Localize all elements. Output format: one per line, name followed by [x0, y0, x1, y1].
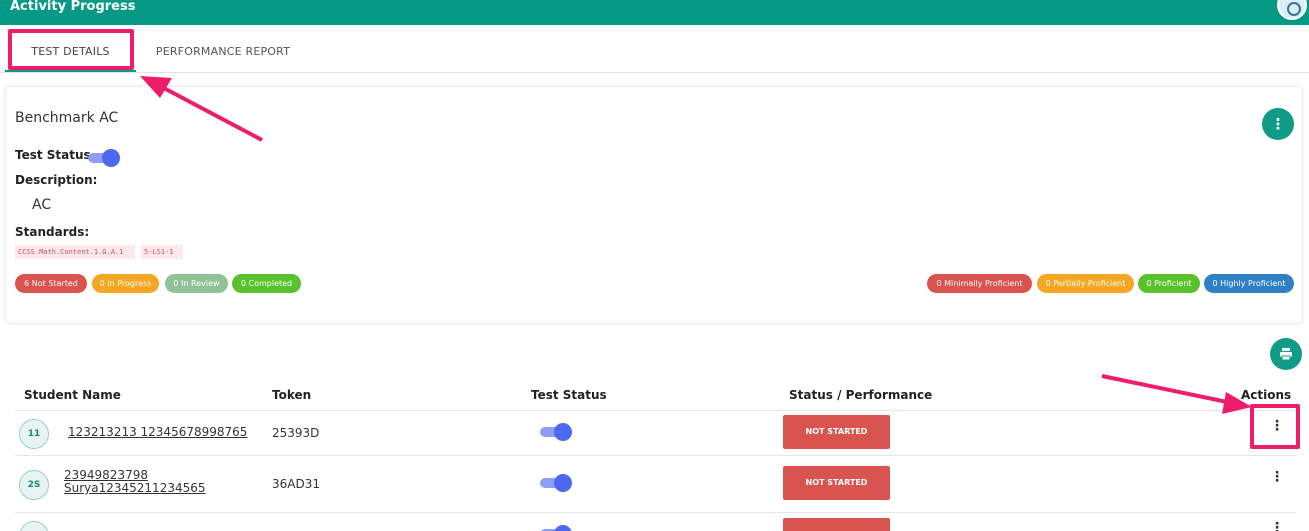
- status-button[interactable]: NOT STARTED: [783, 415, 890, 449]
- table-divider: [15, 410, 1296, 411]
- table-row-divider: [15, 512, 1296, 513]
- description-value: AC: [32, 197, 52, 213]
- standard-chip: CCSS.Math.Content.1.G.A.1: [15, 245, 135, 259]
- annotation-highlight-box: [8, 29, 134, 70]
- student-token: 25393D: [272, 426, 320, 440]
- row-test-status-toggle[interactable]: [540, 525, 572, 531]
- badge-not-started[interactable]: 6 Not Started: [15, 274, 87, 293]
- badge-proficient[interactable]: 0 Proficient: [1138, 274, 1200, 293]
- print-icon: [1280, 348, 1292, 361]
- print-button[interactable]: [1270, 338, 1302, 370]
- student-name-link[interactable]: 23949823798 Surya12345211234565: [64, 469, 224, 495]
- badge-highly-proficient[interactable]: 0 Highly Proficient: [1204, 274, 1294, 293]
- badge-partially-proficient[interactable]: 0 Partially Proficient: [1037, 274, 1134, 293]
- user-avatar-icon[interactable]: [1277, 0, 1307, 20]
- test-title: Benchmark AC: [15, 110, 119, 126]
- active-tab-indicator: [5, 70, 136, 72]
- table-row-divider: [15, 455, 1296, 456]
- row-actions-kebab-icon[interactable]: ⋮: [1270, 469, 1284, 485]
- column-header-actions: Actions: [1241, 388, 1292, 402]
- column-header-test-status[interactable]: Test Status: [531, 388, 607, 402]
- standards-label: Standards:: [15, 225, 90, 239]
- badge-minimally-proficient[interactable]: 0 Minimally Proficient: [927, 274, 1032, 293]
- description-label: Description:: [15, 173, 98, 187]
- column-header-status-performance[interactable]: Status / Performance: [789, 388, 932, 402]
- badge-completed[interactable]: 0 Completed: [232, 274, 301, 293]
- status-button[interactable]: [783, 518, 890, 531]
- column-header-student-name[interactable]: Student Name: [24, 388, 121, 402]
- badge-in-progress[interactable]: 0 In Progress: [92, 274, 159, 293]
- badge-in-review[interactable]: 0 In Review: [165, 274, 228, 293]
- annotation-arrow: [1101, 374, 1233, 405]
- row-test-status-toggle[interactable]: [540, 423, 572, 441]
- test-status-toggle[interactable]: [88, 149, 120, 167]
- student-token: 36AD31: [272, 477, 320, 491]
- tab-bar: TEST DETAILS PERFORMANCE REPORT: [0, 25, 1309, 73]
- student-avatar: 2S: [19, 470, 49, 500]
- standard-chip: 5-LS1-1: [141, 245, 183, 259]
- test-status-label: Test Status: [15, 148, 91, 162]
- page-title: Activity Progress: [10, 0, 136, 14]
- tab-performance-report[interactable]: PERFORMANCE REPORT: [148, 25, 298, 73]
- student-name-link[interactable]: 123213213 12345678998765: [68, 426, 247, 439]
- row-test-status-toggle[interactable]: [540, 474, 572, 492]
- annotation-highlight-box: [1250, 404, 1300, 449]
- app-header: Activity Progress: [0, 0, 1309, 25]
- more-options-button[interactable]: ⋮: [1262, 108, 1294, 140]
- student-avatar: [19, 521, 49, 531]
- student-avatar: 11: [19, 419, 49, 449]
- row-actions-kebab-icon[interactable]: ⋮: [1270, 520, 1284, 531]
- status-button[interactable]: NOT STARTED: [783, 466, 890, 500]
- column-header-token[interactable]: Token: [272, 388, 311, 402]
